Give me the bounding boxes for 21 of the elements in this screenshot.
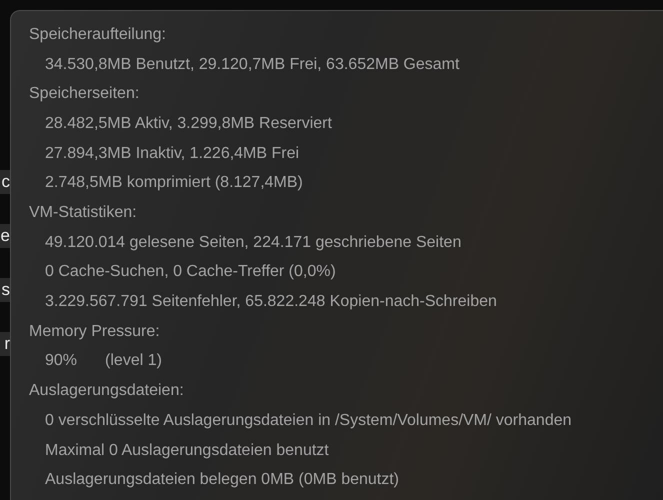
section-heading: Memory Pressure: [29, 322, 161, 342]
info-line: Auslagerungsdateien belegen 0MB (0MB benutzt) [45, 471, 399, 490]
info-line: 2.748,5MB komprimiert (8.127,4MB) [45, 174, 303, 192]
section-heading: Speicheraufteilung: [29, 25, 167, 45]
info-line: 49.120.014 gelesene Seiten, 224.171 geschriebene Seiten [45, 234, 462, 252]
info-line: 90% [45, 352, 78, 370]
info-line: 0 verschlüsselte Auslagerungsdateien in /System/Volumes/VM/ vorhanden [45, 412, 572, 430]
section-heading: Speicherseiten: [29, 84, 140, 104]
section-heading: Auslagerungsdateien: [29, 381, 185, 402]
background-row: s [0, 278, 10, 302]
background-row: r [0, 332, 10, 356]
info-line: 34.530,8MB Benutzt, 29.120,7MB Frei, 63.652MB Gesamt [45, 56, 460, 74]
background-row: e [0, 224, 10, 248]
background-row: c [0, 170, 10, 194]
info-line: 0 Cache-Suchen, 0 Cache-Treffer (0,0%) [45, 263, 336, 282]
info-line: 3.229.567.791 Seitenfehler, 65.822.248 Kopien-nach-Schreiben [45, 293, 497, 312]
info-line: Maximal 0 Auslagerungsdateien benutzt [45, 442, 329, 460]
section-heading: VM-Statistiken: [29, 203, 138, 224]
info-line: 27.894,3MB Inaktiv, 1.226,4MB Frei [45, 144, 300, 163]
info-line: 28.482,5MB Aktiv, 3.299,8MB Reserviert [45, 114, 332, 133]
pressure-level-label: (level 1) [105, 352, 162, 370]
